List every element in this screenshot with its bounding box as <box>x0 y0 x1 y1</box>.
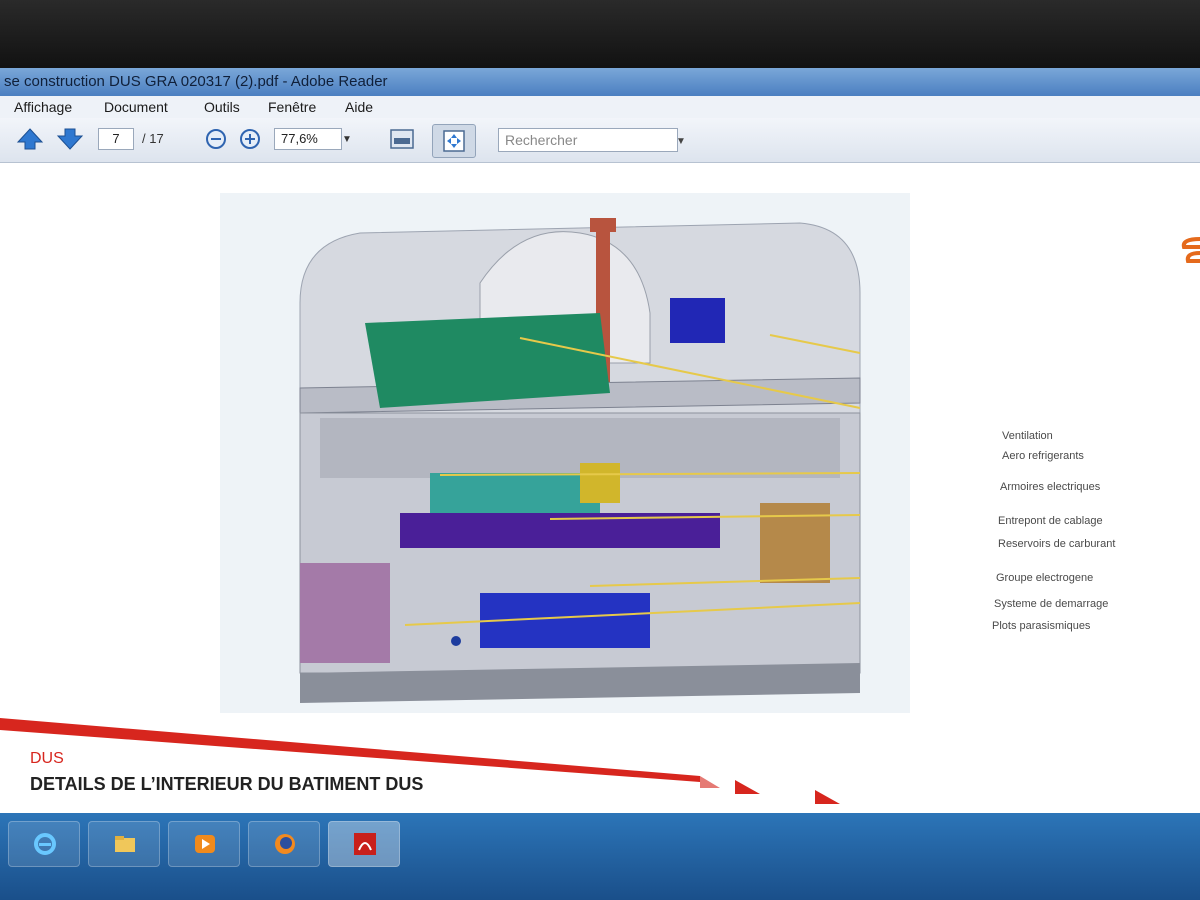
menu-outils[interactable]: Outils <box>204 99 240 115</box>
page-number-input[interactable]: 7 <box>98 128 134 150</box>
firefox-icon <box>275 834 295 854</box>
label-entrepont: Entrepont de cablage <box>998 515 1103 527</box>
window-titlebar[interactable]: se construction DUS GRA 020317 (2).pdf -… <box>0 68 1200 96</box>
fit-width-icon[interactable] <box>388 126 416 152</box>
menu-document[interactable]: Document <box>104 99 168 115</box>
label-plots: Plots parasismiques <box>992 620 1091 632</box>
search-options-chevron-icon[interactable]: ▼ <box>676 136 686 147</box>
label-armoires: Armoires electriques <box>1000 481 1101 493</box>
label-aero-refrigerants: Aero refrigerants <box>1002 450 1084 462</box>
zoom-in-icon[interactable] <box>238 126 262 152</box>
red-stripe-decoration <box>0 718 840 804</box>
label-demarrage: Systeme de demarrage <box>994 598 1109 610</box>
chevron-down-icon[interactable]: ▼ <box>342 134 352 145</box>
section-label: DUS <box>30 750 64 767</box>
taskbar-file-explorer[interactable] <box>88 821 160 867</box>
internet-explorer-icon <box>34 833 56 855</box>
label-ventilation: Ventilation <box>1002 430 1053 442</box>
taskbar-media-player[interactable] <box>168 821 240 867</box>
label-reservoirs: Reservoirs de carburant <box>998 538 1116 550</box>
zoom-level-field[interactable]: 77,6% <box>274 128 342 150</box>
previous-page-icon[interactable] <box>16 126 44 152</box>
zoom-out-icon[interactable] <box>204 126 228 152</box>
slide-heading: DETAILS DE L’INTERIEUR DU BATIMENT DUS <box>30 774 424 794</box>
building-cutaway-illustration <box>220 193 910 713</box>
screen: se construction DUS GRA 020317 (2).pdf -… <box>0 68 1200 900</box>
menu-aide[interactable]: Aide <box>345 99 373 115</box>
taskbar-internet-explorer[interactable] <box>8 821 80 867</box>
slide-footer-banner: DUS DETAILS DE L’INTERIEUR DU BATIMENT D… <box>0 718 1200 823</box>
fit-page-icon <box>443 130 465 152</box>
toolbar: 7 / 17 77,6% ▼ Rechercher ▼ <box>0 118 1200 163</box>
menu-fenetre[interactable]: Fenêtre <box>268 99 316 115</box>
menu-affichage[interactable]: Affichage <box>14 99 72 115</box>
window-title: se construction DUS GRA 020317 (2).pdf -… <box>4 73 388 90</box>
menu-bar: Affichage Document Outils Fenêtre Aide <box>0 96 1200 119</box>
media-player-icon <box>195 835 215 853</box>
pdf-page: Ventilation Aero refrigerants Armoires e… <box>0 163 1200 813</box>
taskbar-adobe-reader[interactable] <box>328 821 400 867</box>
taskbar-firefox[interactable] <box>248 821 320 867</box>
folder-icon <box>115 836 135 852</box>
windows-taskbar <box>0 813 1200 900</box>
fit-page-button[interactable] <box>432 124 476 158</box>
adobe-reader-icon <box>354 833 376 855</box>
next-page-icon[interactable] <box>56 126 84 152</box>
page-total: / 17 <box>142 131 164 146</box>
monitor-bezel <box>0 0 1200 70</box>
label-groupe: Groupe electrogene <box>996 572 1094 584</box>
search-input[interactable]: Rechercher <box>498 128 678 152</box>
